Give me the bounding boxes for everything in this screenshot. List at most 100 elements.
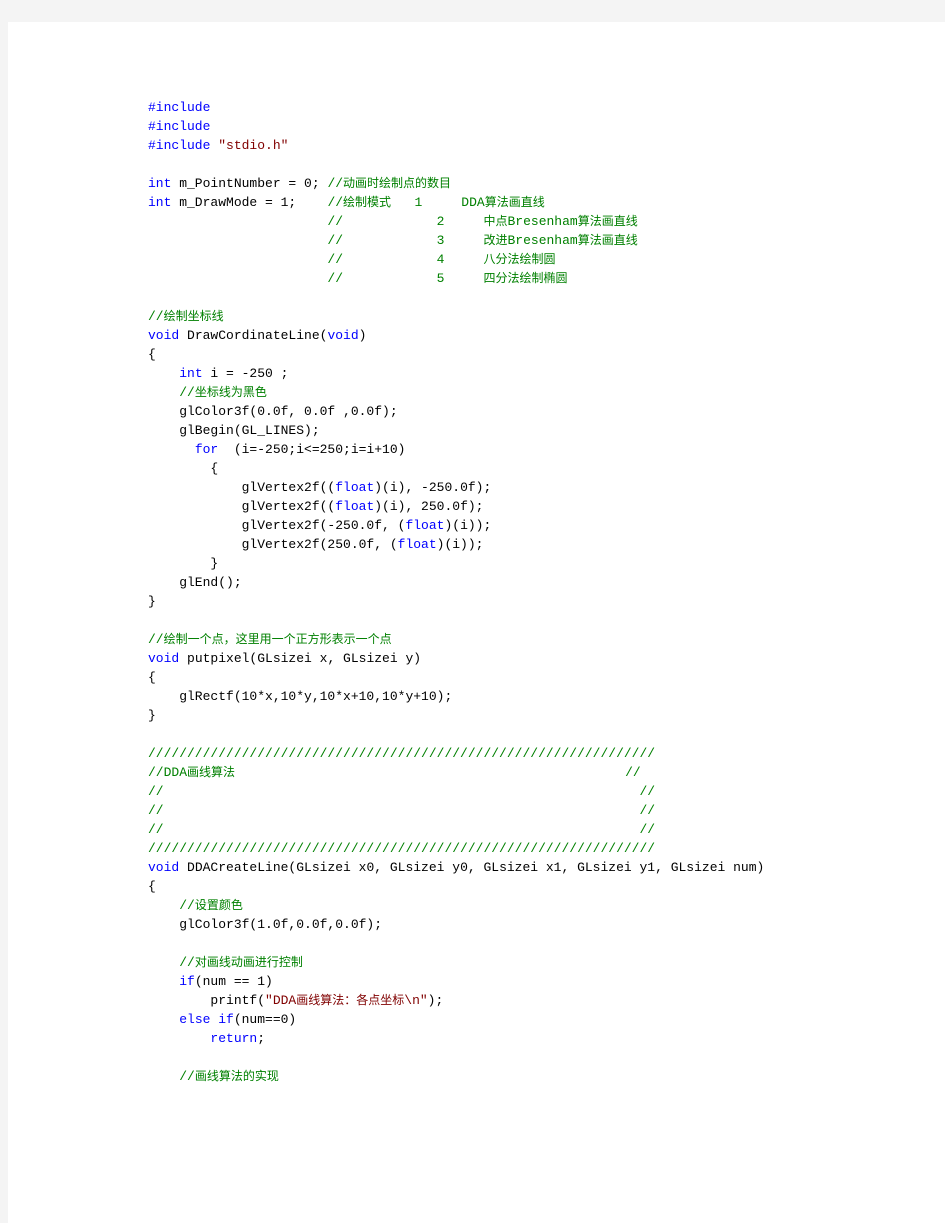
code-token-cm: 坐标线为黑色: [194, 385, 267, 399]
code-token-kw: float: [335, 480, 375, 495]
code-line: printf("DDA画线算法：各点坐标\n");: [148, 991, 928, 1010]
code-line: glVertex2f((float)(i), -250.0f);: [148, 478, 928, 497]
code-token-cm: //: [327, 195, 344, 210]
code-token-cm: //: [327, 176, 344, 191]
code-line: glVertex2f((float)(i), 250.0f);: [148, 497, 928, 516]
code-token-pl: )(i));: [436, 537, 484, 552]
code-token-cm: 算法画直线: [577, 233, 638, 247]
code-token-pl: )(i));: [444, 518, 492, 533]
code-line: glEnd();: [148, 573, 928, 592]
code-token-kw: void: [148, 651, 180, 666]
code-line: glColor3f(0.0f, 0.0f ,0.0f);: [148, 402, 928, 421]
code-token-cm: 设置颜色: [194, 898, 243, 912]
code-token-pl: printf(: [148, 993, 266, 1008]
code-token-pl: glVertex2f(-250.0f, (: [148, 518, 406, 533]
code-line: #include "stdio.h": [148, 136, 928, 155]
code-token-cm: Bresenham: [507, 214, 578, 229]
code-token-cm: 1 DDA: [391, 195, 485, 210]
code-line: // 4 八分法绘制圆: [148, 250, 928, 269]
code-token-pl: (num == 1): [194, 974, 273, 989]
code-token-kw: void: [148, 328, 180, 343]
code-token-pl: glColor3f(1.0f,0.0f,0.0f);: [148, 917, 383, 932]
code-line: // //: [148, 801, 928, 820]
code-token-cm: 中点: [483, 214, 508, 228]
code-token-cm: // 3: [148, 233, 484, 248]
code-line: int m_PointNumber = 0; //动画时绘制点的数目: [148, 174, 928, 193]
code-token-cm: // //: [148, 784, 656, 799]
code-token-pl: );: [427, 993, 444, 1008]
code-line: }: [148, 592, 928, 611]
code-token-cm: ////////////////////////////////////////…: [148, 841, 656, 856]
code-token-cm: ////////////////////////////////////////…: [148, 746, 656, 761]
code-line: void DrawCordinateLine(void): [148, 326, 928, 345]
code-token-cm: 改进: [483, 233, 508, 247]
code-line: glColor3f(1.0f,0.0f,0.0f);: [148, 915, 928, 934]
code-token-pl: glVertex2f((: [148, 480, 336, 495]
code-token-cm: 算法画直线: [484, 195, 545, 209]
code-token-pl: glBegin(GL_LINES);: [148, 423, 320, 438]
code-token-kw: for: [194, 442, 219, 457]
code-line: if(num == 1): [148, 972, 928, 991]
code-token-cm: // 2: [148, 214, 484, 229]
code-token-pl: glVertex2f((: [148, 499, 336, 514]
code-line: }: [148, 554, 928, 573]
code-token-cm: 画线算法的实现: [194, 1069, 279, 1083]
code-line: return;: [148, 1029, 928, 1048]
code-token-pl: {: [148, 347, 156, 362]
code-token-cm: 对画线动画进行控制: [194, 955, 303, 969]
code-token-kw: float: [335, 499, 375, 514]
code-line: //画线算法的实现: [148, 1067, 928, 1086]
code-token-str: 画线算法：各点坐标: [296, 993, 405, 1007]
code-line: // 2 中点Bresenham算法画直线: [148, 212, 928, 231]
code-line: int i = -250 ;: [148, 364, 928, 383]
code-line: int m_DrawMode = 1; //绘制模式 1 DDA算法画直线: [148, 193, 928, 212]
code-line: //绘制坐标线: [148, 307, 928, 326]
code-line: // 3 改进Bresenham算法画直线: [148, 231, 928, 250]
code-line: glVertex2f(250.0f, (float)(i));: [148, 535, 928, 554]
code-token-cm: 绘制模式: [343, 195, 392, 209]
code-token-str: \n": [404, 993, 428, 1008]
code-token-pl: }: [148, 556, 219, 571]
code-line: {: [148, 877, 928, 896]
code-token-pl: putpixel(GLsizei x, GLsizei y): [179, 651, 422, 666]
code-line: //DDA画线算法 //: [148, 763, 928, 782]
code-line: glVertex2f(-250.0f, (float)(i));: [148, 516, 928, 535]
code-token-kw: return: [210, 1031, 258, 1046]
code-token-cm: // //: [148, 803, 656, 818]
code-line: {: [148, 459, 928, 478]
code-token-pl: {: [148, 461, 219, 476]
code-token-cm: //: [179, 1069, 195, 1084]
page-top-margin-strip: [0, 0, 945, 22]
code-token-pl: glColor3f(0.0f, 0.0f ,0.0f);: [148, 404, 398, 419]
code-token-cm: //: [148, 309, 164, 324]
code-token-pl: i = -250 ;: [202, 366, 289, 381]
code-token-cm: //: [148, 632, 164, 647]
code-line: #include: [148, 98, 928, 117]
code-token-kw: float: [405, 518, 445, 533]
code-token-pl: (num==0): [233, 1012, 297, 1027]
code-token-kw: int: [179, 366, 203, 381]
code-token-cm: //: [235, 765, 641, 780]
code-token-cm: 绘制坐标线: [163, 309, 224, 323]
code-token-kw: #include: [148, 100, 211, 115]
code-token-str: "stdio.h": [218, 138, 289, 153]
code-token-pl: }: [148, 594, 156, 609]
code-line: void putpixel(GLsizei x, GLsizei y): [148, 649, 928, 668]
code-line: // //: [148, 820, 928, 839]
code-line: glBegin(GL_LINES);: [148, 421, 928, 440]
code-line: // //: [148, 782, 928, 801]
code-token-kw: #include: [148, 119, 211, 134]
code-token-pl: )(i), 250.0f);: [374, 499, 484, 514]
